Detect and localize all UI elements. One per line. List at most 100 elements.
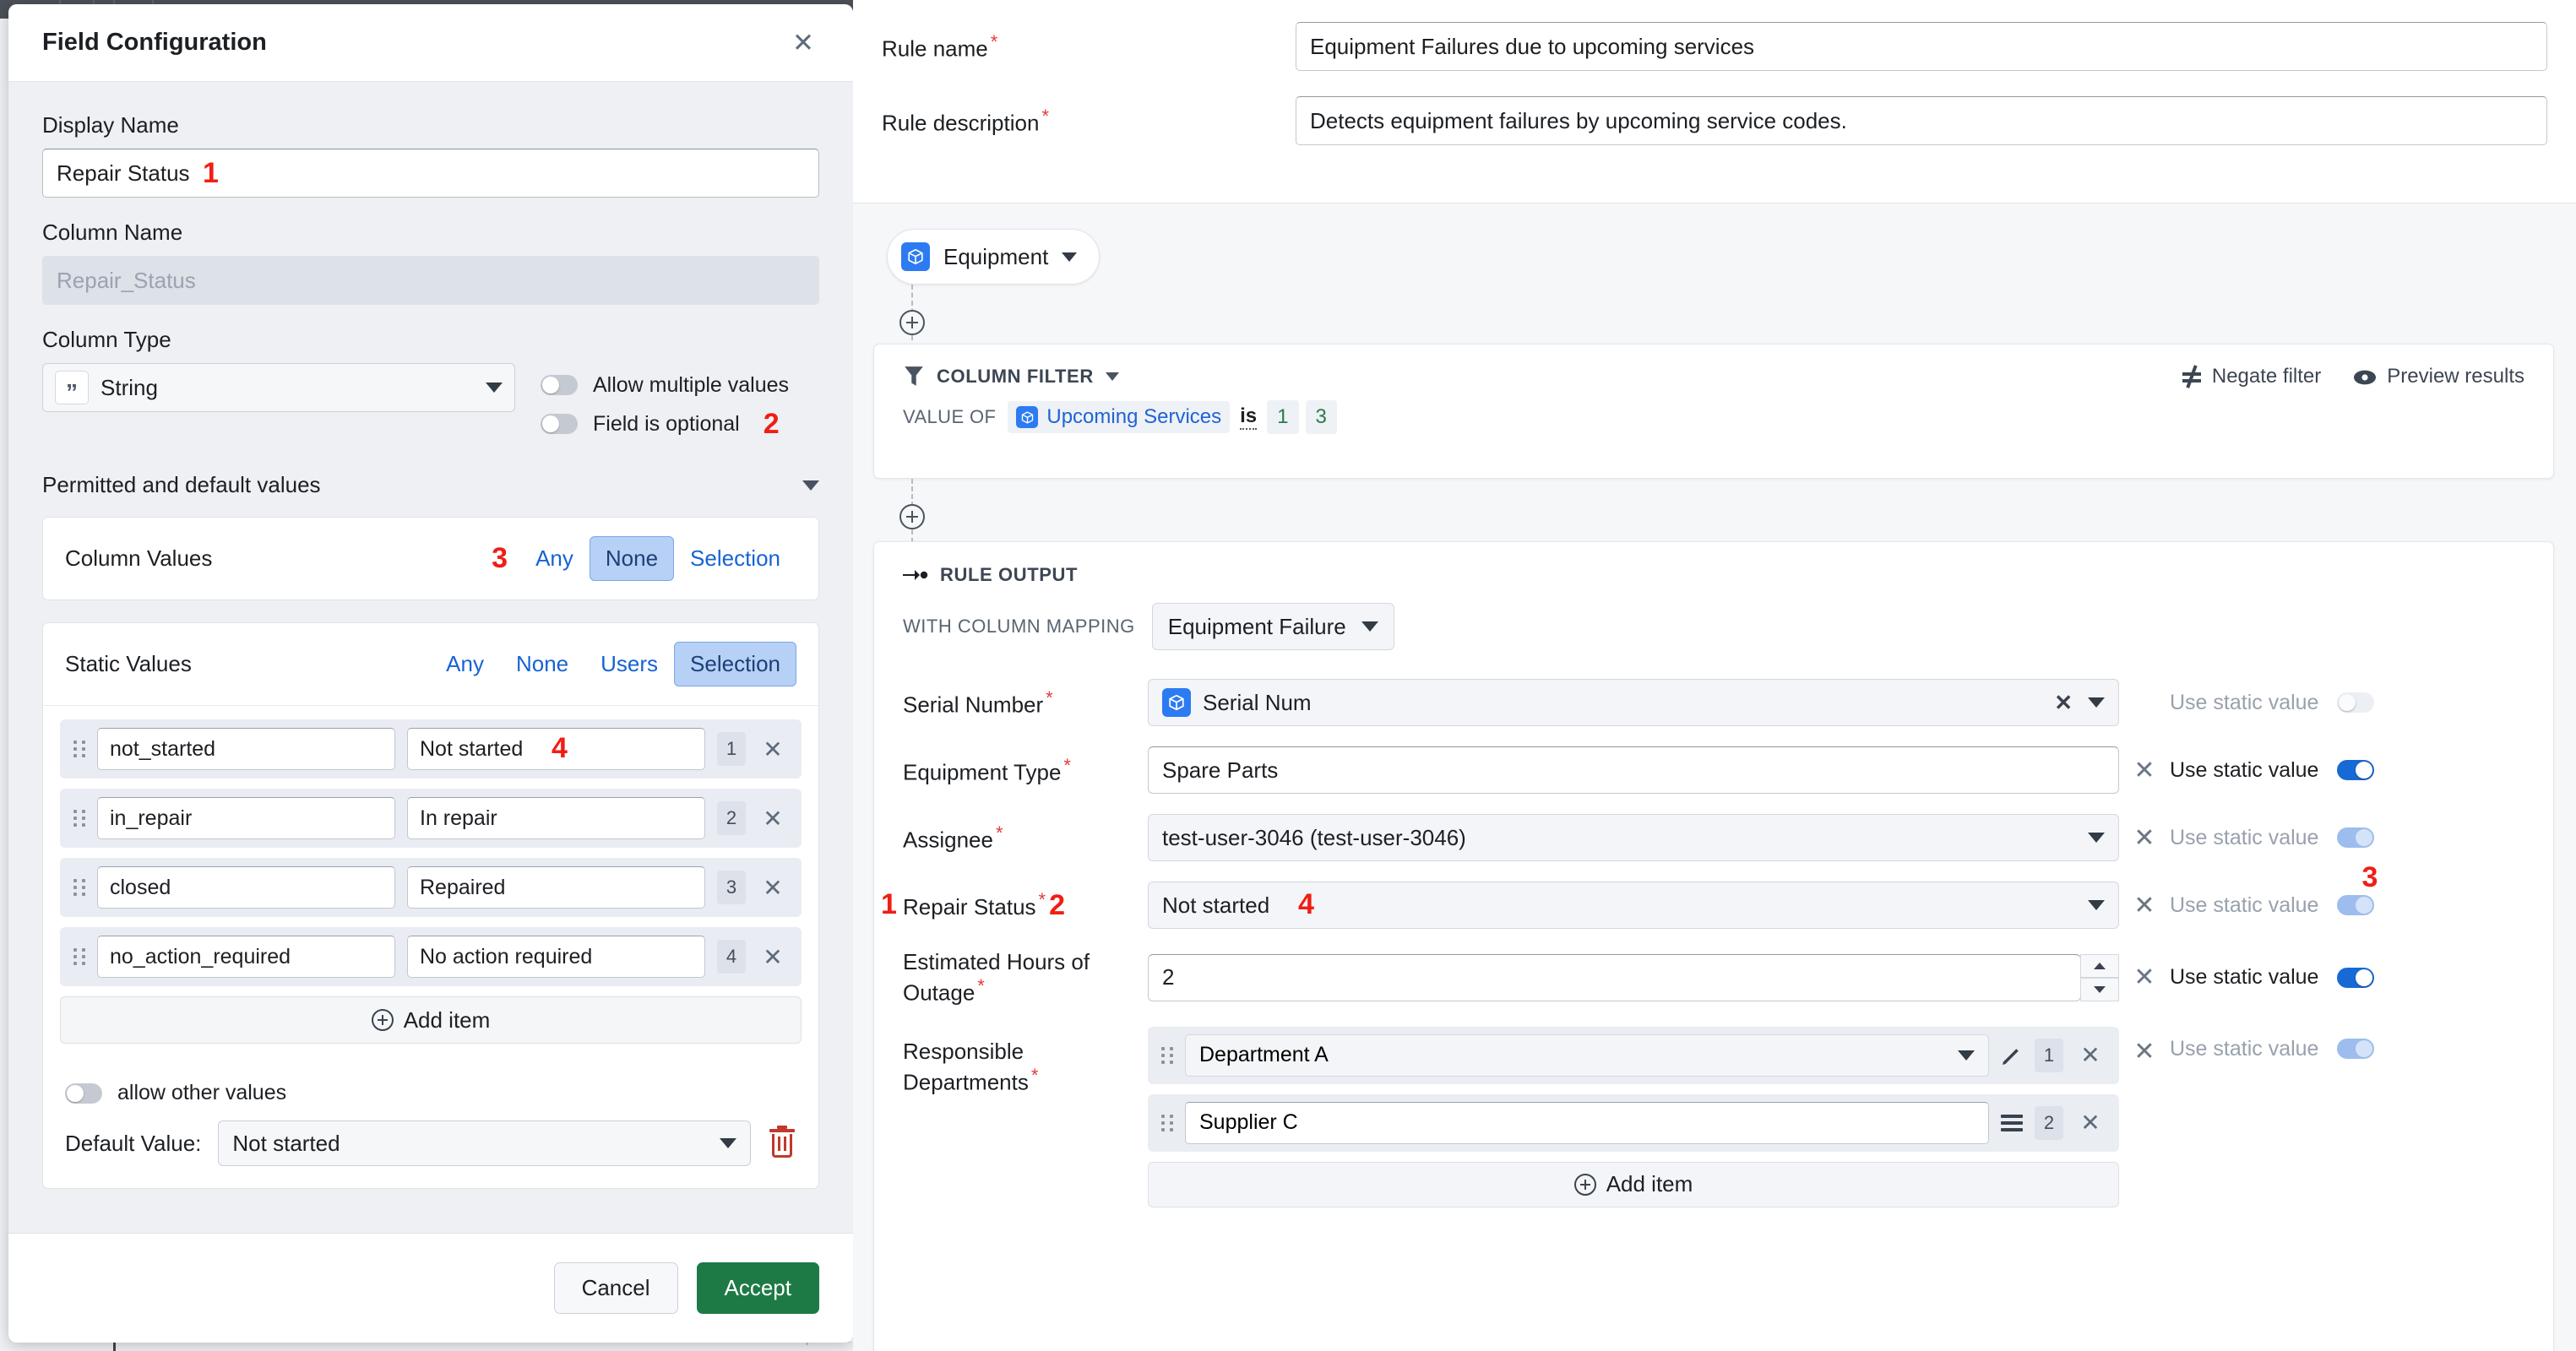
permitted-values-section-header[interactable]: Permitted and default values: [42, 472, 819, 498]
department-select[interactable]: Department A: [1185, 1034, 1989, 1077]
allow-other-values-row[interactable]: allow other values: [43, 1062, 818, 1112]
static-value-display-input[interactable]: No action required: [407, 936, 705, 978]
allow-multiple-values-toggle[interactable]: [541, 375, 578, 395]
clear-field-icon[interactable]: ✕: [2119, 756, 2170, 785]
add-step-button[interactable]: [899, 310, 925, 335]
filter-operator[interactable]: is: [1240, 404, 1258, 430]
clear-field-icon[interactable]: ✕: [2119, 1027, 2170, 1066]
column-mapping-select[interactable]: Equipment Failure: [1151, 603, 1394, 650]
remove-row-icon[interactable]: ✕: [758, 874, 788, 902]
close-icon[interactable]: ✕: [784, 26, 823, 59]
add-department-button[interactable]: Add item: [1148, 1161, 2119, 1207]
chevron-down-icon[interactable]: [1062, 252, 1078, 262]
static-value-key-input[interactable]: not_started: [97, 728, 395, 770]
static-value-display-input[interactable]: In repair: [407, 797, 705, 839]
chevron-down-icon[interactable]: [802, 480, 819, 491]
assignee-select[interactable]: test-user-3046 (test-user-3046): [1148, 814, 2119, 861]
add-step-button[interactable]: [899, 504, 925, 529]
clear-icon[interactable]: ✕: [2054, 690, 2073, 716]
static-value-key-input[interactable]: no_action_required: [97, 936, 395, 978]
default-value-label: Default Value:: [65, 1130, 202, 1156]
allow-multiple-values-row[interactable]: Allow multiple values: [541, 366, 789, 404]
preview-results-button[interactable]: Preview results: [2353, 365, 2524, 388]
drag-handle-icon[interactable]: [73, 807, 85, 829]
static-value-display-input[interactable]: Repaired: [407, 866, 705, 909]
filter-value-chip[interactable]: 3: [1305, 400, 1337, 434]
column-values-option-selection[interactable]: Selection: [674, 536, 796, 581]
rule-description-input[interactable]: Detects equipment failures by upcoming s…: [1296, 96, 2547, 145]
remove-row-icon[interactable]: ✕: [758, 735, 788, 763]
default-value-select[interactable]: Not started: [218, 1120, 751, 1166]
static-values-option-selection[interactable]: Selection: [674, 642, 796, 686]
order-badge: 2: [2035, 1105, 2063, 1140]
use-static-value-toggle[interactable]: [2337, 760, 2375, 780]
field-is-optional-toggle[interactable]: [541, 414, 578, 434]
supplier-input[interactable]: Supplier C: [1185, 1101, 1989, 1144]
add-item-button[interactable]: Add item: [60, 996, 802, 1044]
source-node-equipment[interactable]: Equipment: [887, 229, 1101, 285]
stepper-down-button[interactable]: [2080, 977, 2119, 1001]
static-values-option-none[interactable]: None: [500, 642, 584, 686]
static-value-key-input[interactable]: in_repair: [97, 797, 395, 839]
drag-handle-icon[interactable]: [1161, 1112, 1173, 1134]
estimated-hours-input[interactable]: 2: [1148, 953, 2081, 1001]
static-values-option-any[interactable]: Any: [430, 642, 500, 686]
plus-circle-icon: [371, 1009, 394, 1031]
clear-field-icon[interactable]: ✕: [2119, 963, 2170, 992]
chevron-down-icon[interactable]: [1105, 372, 1119, 381]
output-field-equipment-type: Equipment Type * Spare Parts ✕ Use static…: [903, 746, 2524, 794]
drag-handle-icon[interactable]: [1161, 1044, 1173, 1066]
trash-icon[interactable]: [768, 1126, 796, 1159]
order-badge: 1: [717, 732, 746, 766]
serial-number-column-ref[interactable]: Serial Num ✕: [1148, 679, 2119, 726]
column-values-option-none[interactable]: None: [589, 536, 675, 581]
field-label-text: Repair Status: [903, 893, 1036, 920]
remove-row-icon[interactable]: ✕: [2075, 1109, 2106, 1137]
drag-handle-icon[interactable]: [73, 946, 85, 968]
field-is-optional-row[interactable]: Field is optional 2: [541, 404, 789, 443]
quantity-stepper[interactable]: [2080, 953, 2119, 1001]
drag-handle-icon[interactable]: [73, 738, 85, 760]
remove-row-icon[interactable]: ✕: [758, 943, 788, 971]
use-static-value-toggle[interactable]: [2337, 692, 2375, 713]
drag-handle-icon[interactable]: [73, 876, 85, 898]
required-asterisk: *: [1030, 1064, 1039, 1086]
remove-row-icon[interactable]: ✕: [758, 805, 788, 833]
static-value-key-input[interactable]: closed: [97, 866, 395, 909]
chevron-down-icon[interactable]: [2088, 833, 2105, 843]
remove-row-icon[interactable]: ✕: [2075, 1041, 2106, 1069]
rule-name-label: Rule name *: [882, 31, 1296, 62]
required-asterisk: *: [990, 30, 998, 52]
column-filter-label: COLUMN FILTER: [937, 366, 1094, 387]
accept-button[interactable]: Accept: [696, 1262, 819, 1314]
negate-filter-button[interactable]: Negate filter: [2182, 365, 2321, 388]
column-values-option-any[interactable]: Any: [519, 536, 590, 581]
use-static-value-toggle[interactable]: [2337, 895, 2375, 915]
use-static-value-group: Use static value: [2170, 826, 2375, 850]
filter-value-chip[interactable]: 1: [1267, 400, 1299, 434]
static-value-display-input[interactable]: Not started 4: [407, 728, 705, 770]
use-static-value-label: Use static value: [2170, 1036, 2319, 1061]
chevron-down-icon[interactable]: [1958, 1050, 1975, 1061]
stepper-up-button[interactable]: [2080, 953, 2119, 978]
chevron-down-icon[interactable]: [2088, 697, 2105, 708]
cancel-button[interactable]: Cancel: [553, 1262, 678, 1314]
allow-other-values-toggle[interactable]: [65, 1082, 102, 1104]
repair-status-select[interactable]: Not started: [1148, 882, 2119, 929]
column-type-select[interactable]: ” String: [42, 363, 515, 412]
use-static-value-toggle[interactable]: [2337, 827, 2375, 848]
filter-column-chip[interactable]: Upcoming Services: [1008, 401, 1231, 433]
clear-field-icon[interactable]: ✕: [2119, 823, 2170, 853]
chevron-down-icon[interactable]: [2088, 900, 2105, 910]
clear-field-icon[interactable]: ✕: [2119, 891, 2170, 920]
equipment-type-input[interactable]: Spare Parts: [1148, 746, 2119, 794]
static-values-option-users[interactable]: Users: [584, 642, 674, 686]
pencil-icon[interactable]: [2001, 1044, 2023, 1066]
use-static-value-toggle[interactable]: [2337, 1039, 2375, 1060]
column-filter-card: COLUMN FILTER Negate filter Preview resu…: [873, 344, 2554, 479]
list-icon[interactable]: [2001, 1114, 2023, 1131]
rule-name-input[interactable]: Equipment Failures due to upcoming servi…: [1296, 22, 2547, 71]
display-name-input[interactable]: Repair Status: [42, 149, 819, 198]
use-static-value-toggle[interactable]: [2337, 967, 2375, 988]
plus-circle-icon: [1573, 1173, 1596, 1196]
